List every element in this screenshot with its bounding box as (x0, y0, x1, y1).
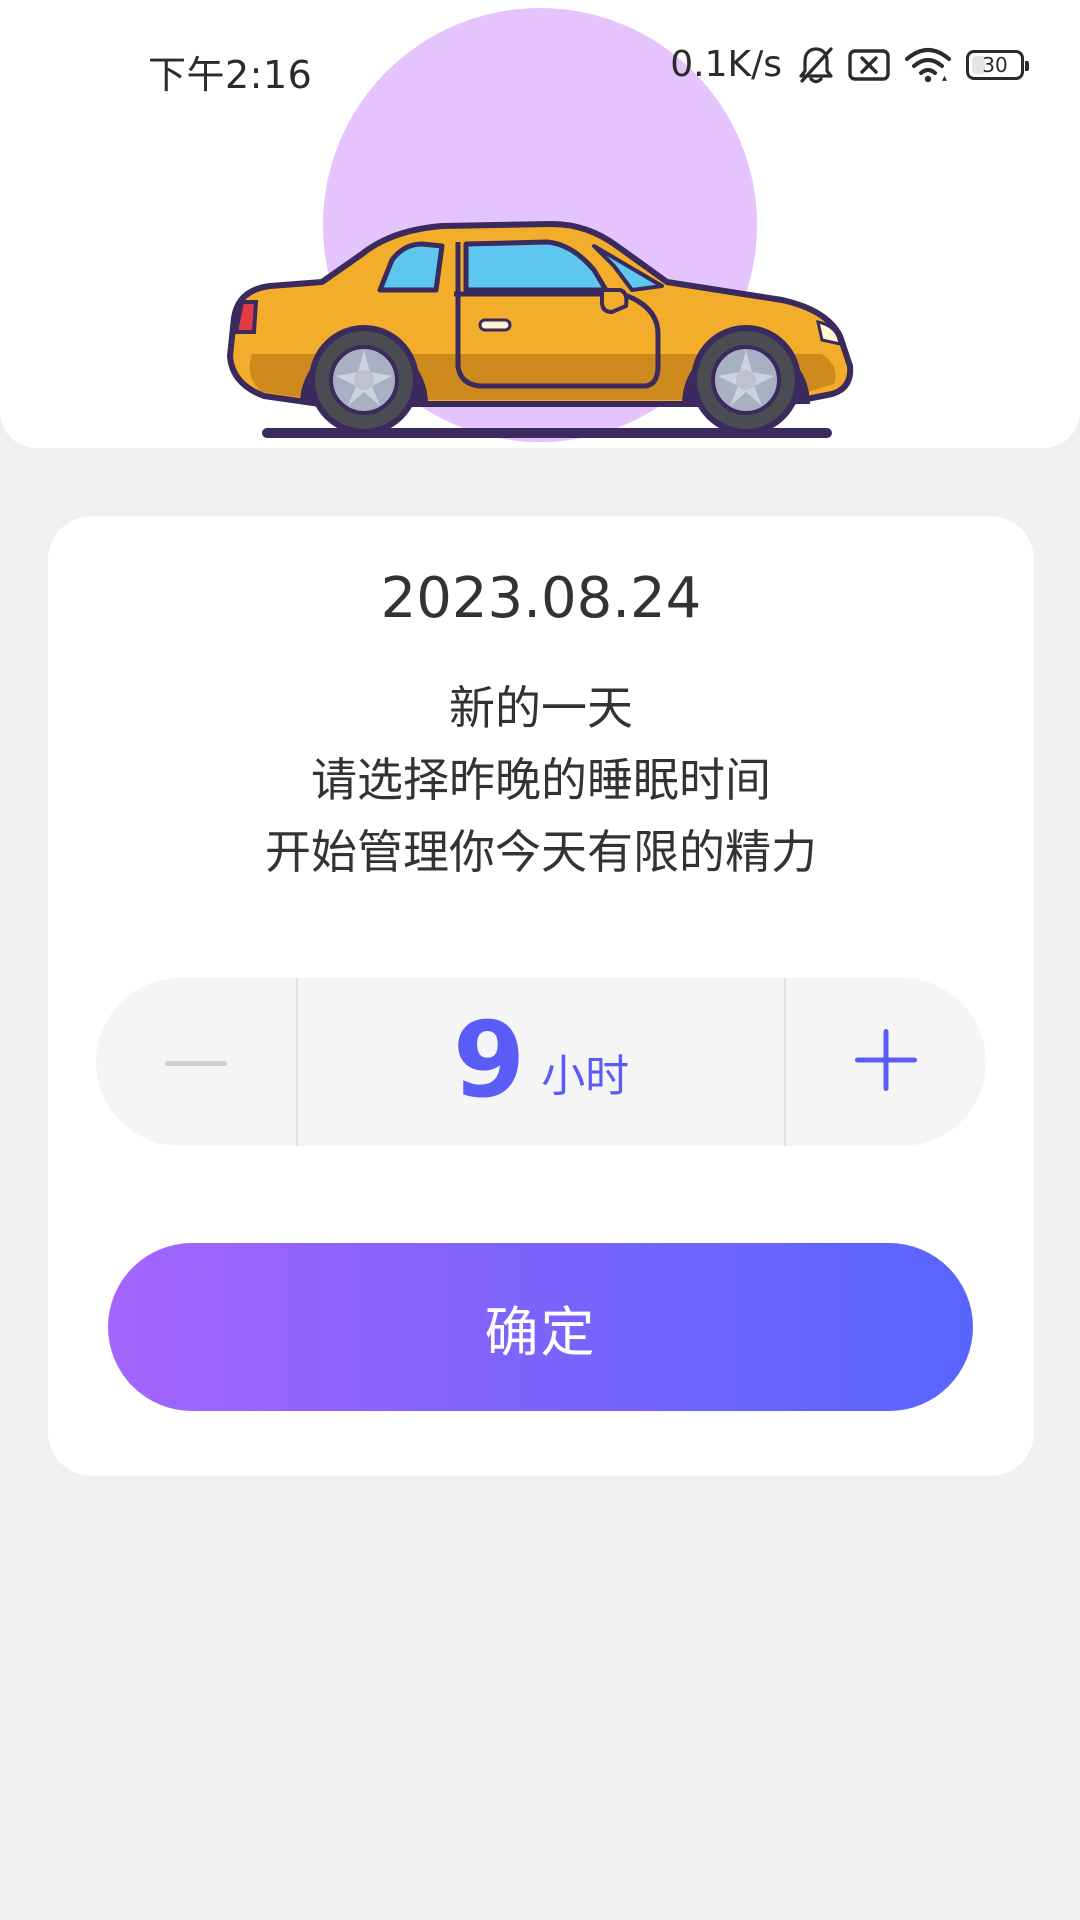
battery-percent: 30 (982, 52, 1008, 77)
message-line-2: 请选择昨晚的睡眠时间 (311, 753, 771, 807)
confirm-button[interactable]: 确定 (108, 1243, 973, 1411)
hours-display: 9 小时 (298, 978, 784, 1146)
minus-icon (165, 1053, 227, 1072)
sleep-card: 2023.08.24 新的一天 请选择昨晚的睡眠时间 开始管理你今天有限的精力 … (48, 516, 1034, 1476)
wifi-icon: ▴ (904, 47, 952, 84)
message-line-1: 新的一天 (449, 681, 633, 735)
sim-error-icon (848, 48, 890, 82)
network-speed: 0.1K/s (670, 44, 782, 85)
hours-unit: 小时 (541, 1051, 630, 1102)
car-illustration (222, 216, 862, 446)
hours-value: 9 (452, 999, 526, 1121)
date-label: 2023.08.24 (380, 566, 702, 631)
hours-stepper: 9 小时 (96, 978, 986, 1146)
status-icons: 0.1K/s ▴ 30 (670, 44, 1029, 85)
bell-off-icon (798, 45, 834, 85)
increase-button[interactable] (786, 978, 986, 1146)
status-time: 下午2:16 (148, 53, 313, 97)
plus-icon (855, 1029, 917, 1095)
status-bar: 下午2:16 0.1K/s ▴ 30 (0, 0, 1080, 140)
battery-icon: 30 (966, 49, 1029, 80)
svg-text:▴: ▴ (942, 73, 947, 83)
screen: 下午2:16 0.1K/s ▴ 30 2023.08.24 新的一天 请选择昨晚… (0, 0, 1080, 1920)
decrease-button[interactable] (96, 978, 296, 1146)
header: 下午2:16 0.1K/s ▴ 30 (0, 0, 1080, 448)
message-line-3: 开始管理你今天有限的精力 (265, 825, 817, 879)
